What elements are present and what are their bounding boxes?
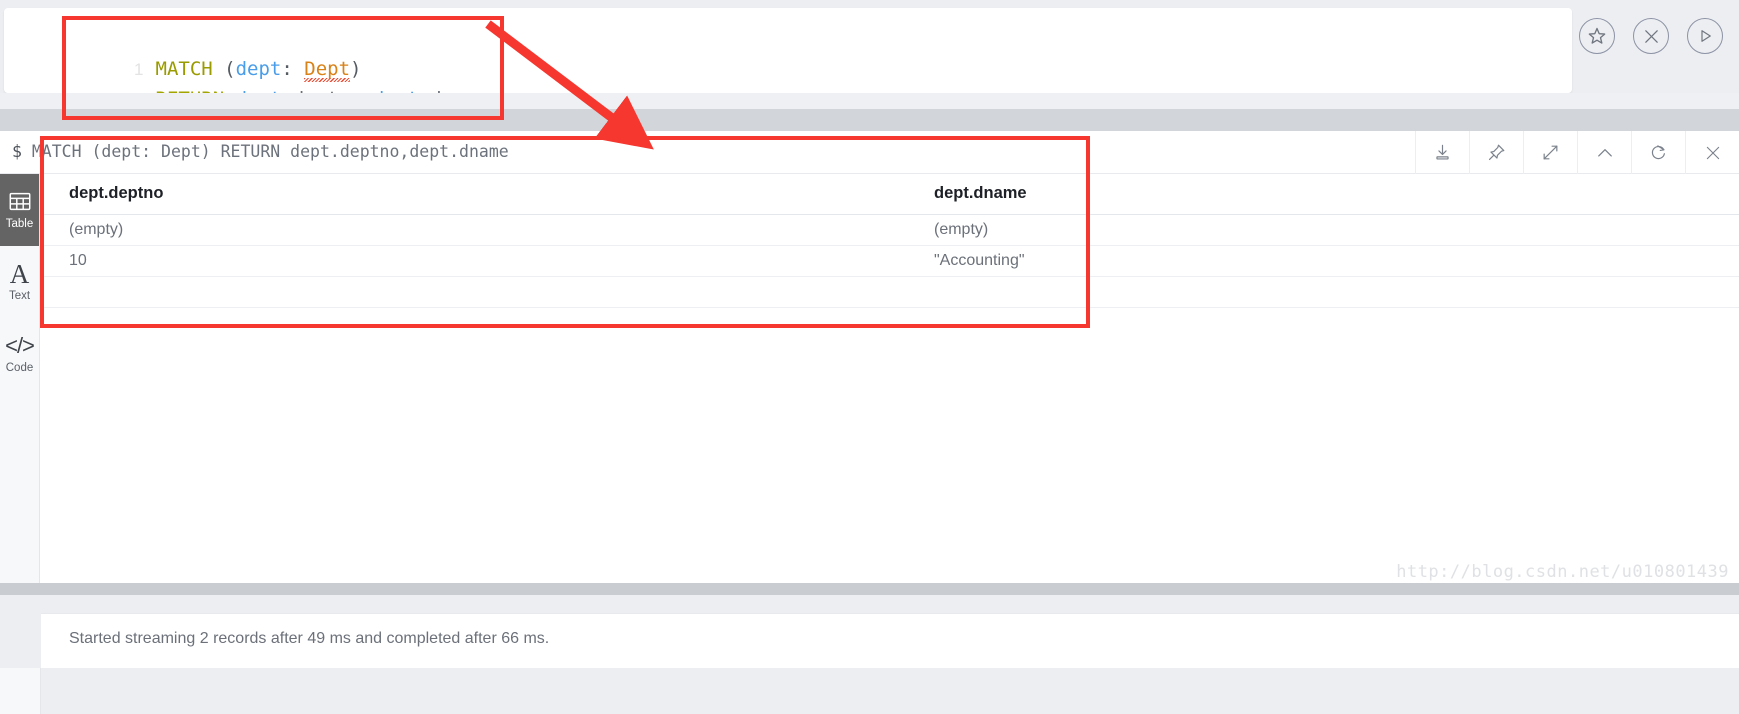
table-row[interactable]: (empty) (empty) xyxy=(41,214,1739,246)
download-icon xyxy=(1433,143,1452,162)
pin-icon xyxy=(1487,143,1506,162)
empty-cell xyxy=(906,276,1739,308)
result-header: $ MATCH (dept: Dept) RETURN dept.deptno,… xyxy=(0,131,1739,174)
close-icon xyxy=(1704,144,1722,162)
code-token-keyword: MATCH xyxy=(155,58,225,80)
sidebar-item-label: Text xyxy=(8,289,31,302)
table-row[interactable]: 10 "Accounting" xyxy=(41,245,1739,277)
prompt-symbol: $ xyxy=(12,142,22,161)
result-toolbar xyxy=(1415,131,1739,174)
code-line: 1 MATCH (dept: Dept) xyxy=(4,24,1572,80)
star-icon xyxy=(1587,26,1607,46)
sidebar-item-code[interactable]: </> Code xyxy=(0,318,39,390)
cell-deptno: (empty) xyxy=(41,214,906,246)
query-echo-text: MATCH (dept: Dept) RETURN dept.deptno,de… xyxy=(31,142,509,161)
panel-divider[interactable] xyxy=(0,109,1739,131)
column-header-dname[interactable]: dept.dname xyxy=(906,174,1739,215)
window-bottom-strip xyxy=(0,583,1739,595)
sidebar-footer-spacer xyxy=(0,668,41,714)
query-editor-code[interactable]: 1MATCH (dept: Dept) 2RETURN dept.deptno,… xyxy=(4,8,1572,93)
watermark-text: http://blog.csdn.net/u010801439 xyxy=(1396,562,1729,582)
close-icon xyxy=(1643,28,1660,45)
code-brackets-icon: </> xyxy=(5,332,35,358)
code-token-label-warning: Dept xyxy=(304,58,351,80)
play-icon xyxy=(1696,27,1714,45)
collapse-button[interactable] xyxy=(1577,131,1631,174)
sidebar-item-table[interactable]: Table xyxy=(0,174,39,246)
code-token-punct: : xyxy=(281,58,305,80)
letter-a-icon: A xyxy=(9,258,30,289)
cell-dname: (empty) xyxy=(906,214,1739,246)
close-result-button[interactable] xyxy=(1685,131,1739,174)
code-token-variable: dept xyxy=(235,58,282,80)
sidebar-item-label: Table xyxy=(5,217,34,230)
result-table: dept.deptno dept.dname (empty) (empty) 1… xyxy=(41,174,1739,583)
expand-icon xyxy=(1541,143,1560,162)
clear-editor-button[interactable] xyxy=(1633,18,1669,54)
results-table: dept.deptno dept.dname (empty) (empty) 1… xyxy=(41,174,1739,308)
run-query-button[interactable] xyxy=(1687,18,1723,54)
download-button[interactable] xyxy=(1415,131,1469,174)
code-token-punct: ) xyxy=(350,58,362,80)
cell-deptno: 10 xyxy=(41,245,906,277)
result-query-echo: $ MATCH (dept: Dept) RETURN dept.deptno,… xyxy=(12,142,509,161)
column-header-deptno[interactable]: dept.deptno xyxy=(41,174,906,215)
chevron-up-icon xyxy=(1595,143,1615,163)
sidebar-item-label: Code xyxy=(5,361,34,374)
editor-action-bar xyxy=(1579,18,1723,54)
table-header-row: dept.deptno dept.dname xyxy=(41,174,1739,215)
result-status-bar: Started streaming 2 records after 49 ms … xyxy=(41,613,1739,668)
line-number: 2 xyxy=(96,85,156,93)
sidebar-item-text[interactable]: A Text xyxy=(0,246,39,318)
table-filler-row xyxy=(41,276,1739,308)
result-panel: $ MATCH (dept: Dept) RETURN dept.deptno,… xyxy=(0,131,1739,714)
line-number: 1 xyxy=(134,60,144,79)
cell-dname: "Accounting" xyxy=(906,245,1739,277)
app-window: 1MATCH (dept: Dept) 2RETURN dept.deptno,… xyxy=(0,0,1739,714)
empty-cell xyxy=(41,276,906,308)
status-message: Started streaming 2 records after 49 ms … xyxy=(69,630,550,647)
result-view-sidebar: Table A Text </> Code xyxy=(0,174,40,583)
favorite-button[interactable] xyxy=(1579,18,1615,54)
rerun-button[interactable] xyxy=(1631,131,1685,174)
panel-gap-light xyxy=(0,93,1739,109)
pin-button[interactable] xyxy=(1469,131,1523,174)
refresh-icon xyxy=(1649,143,1668,162)
query-editor-card[interactable]: 1MATCH (dept: Dept) 2RETURN dept.deptno,… xyxy=(4,8,1572,93)
fullscreen-button[interactable] xyxy=(1523,131,1577,174)
code-token-punct: ( xyxy=(224,58,236,80)
grid-icon xyxy=(9,190,31,214)
